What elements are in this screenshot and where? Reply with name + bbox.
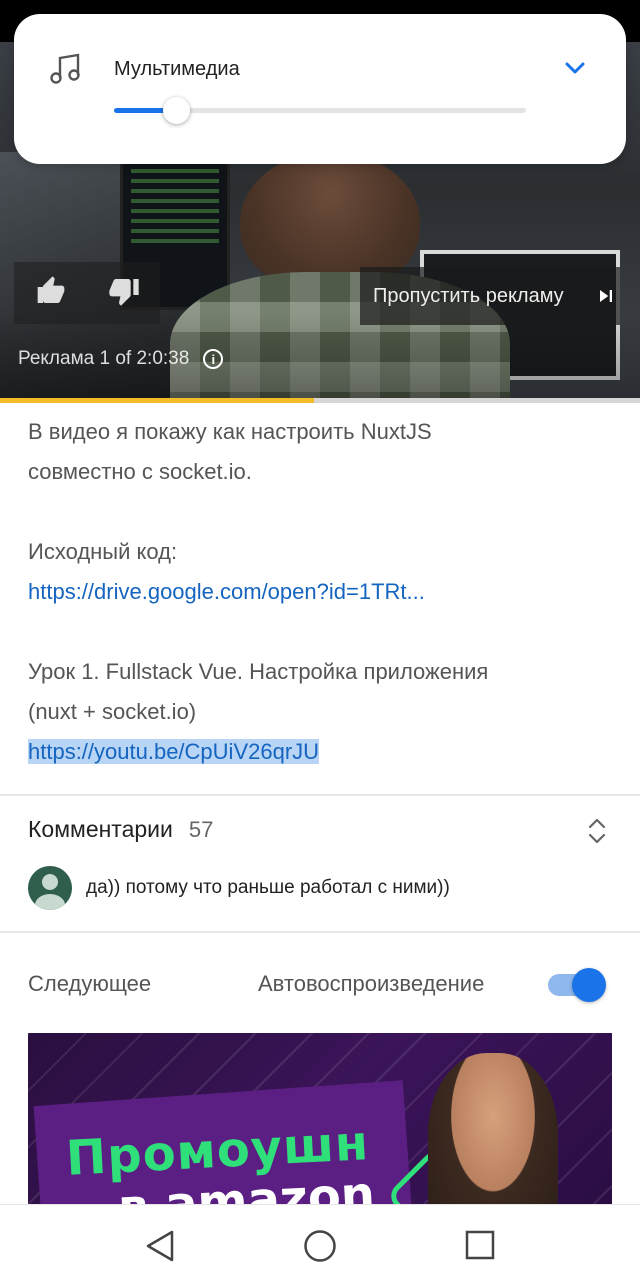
top-comment[interactable]: да)) потому что раньше работал с ними)) bbox=[86, 877, 450, 899]
autoplay-label: Автовоспроизведение bbox=[258, 971, 485, 996]
ad-label-text: Реклама 1 of 2 bbox=[18, 348, 148, 369]
comments-count: 57 bbox=[188, 817, 214, 842]
thumbs-up-icon[interactable] bbox=[35, 275, 67, 312]
rating-box bbox=[14, 262, 160, 324]
autoplay-toggle[interactable] bbox=[548, 968, 606, 1002]
avatar[interactable] bbox=[28, 866, 72, 910]
divider bbox=[0, 931, 640, 933]
next-label: Следующее bbox=[28, 971, 152, 996]
chevron-down-icon[interactable] bbox=[563, 58, 587, 78]
comments-header[interactable]: Комментарии 57 bbox=[28, 816, 213, 843]
video-description: В видео я покажу как настроить NuxtJS со… bbox=[28, 412, 618, 772]
lesson-link[interactable]: https://youtu.be/CpUiV26qrJU bbox=[28, 739, 320, 764]
comments-title: Комментарии bbox=[28, 816, 173, 842]
skip-ad-button[interactable]: Пропустить рекламу bbox=[360, 267, 592, 325]
recent-apps-icon[interactable] bbox=[464, 1229, 496, 1261]
divider bbox=[0, 794, 640, 796]
ad-time: 0:38 bbox=[152, 348, 190, 369]
description-line: совместно с socket.io. bbox=[28, 459, 252, 484]
source-link[interactable]: https://drive.google.com/open?id=1TRt... bbox=[28, 572, 618, 612]
lesson-line: (nuxt + socket.io) bbox=[28, 699, 197, 724]
next-video-thumbnail[interactable]: Промоушн в amazon bbox=[28, 1033, 612, 1205]
music-note-icon bbox=[50, 53, 80, 84]
navigation-bar bbox=[0, 1204, 640, 1280]
ad-label: Реклама 1 of 2:0:38 i bbox=[18, 348, 224, 370]
home-icon[interactable] bbox=[303, 1229, 337, 1263]
toggle-knob bbox=[572, 968, 606, 1002]
description-line: В видео я покажу как настроить NuxtJS bbox=[28, 419, 432, 444]
thumbnail-person bbox=[428, 1053, 558, 1205]
back-icon[interactable] bbox=[144, 1229, 176, 1263]
volume-slider-thumb[interactable] bbox=[162, 97, 190, 124]
skip-next-icon[interactable] bbox=[592, 267, 620, 325]
skip-ad-label: Пропустить рекламу bbox=[373, 284, 564, 307]
volume-popup: Мультимедиа bbox=[14, 14, 626, 164]
ad-progress-bar bbox=[0, 398, 640, 403]
expand-collapse-icon[interactable] bbox=[586, 816, 608, 846]
ad-progress-fill bbox=[0, 398, 314, 403]
volume-slider[interactable] bbox=[114, 97, 526, 124]
thumbs-down-icon[interactable] bbox=[108, 275, 140, 312]
source-label: Исходный код: bbox=[28, 539, 178, 564]
volume-title: Мультимедиа bbox=[114, 58, 240, 80]
info-icon[interactable]: i bbox=[203, 349, 224, 369]
lesson-line: Урок 1. Fullstack Vue. Настройка приложе… bbox=[28, 659, 489, 684]
